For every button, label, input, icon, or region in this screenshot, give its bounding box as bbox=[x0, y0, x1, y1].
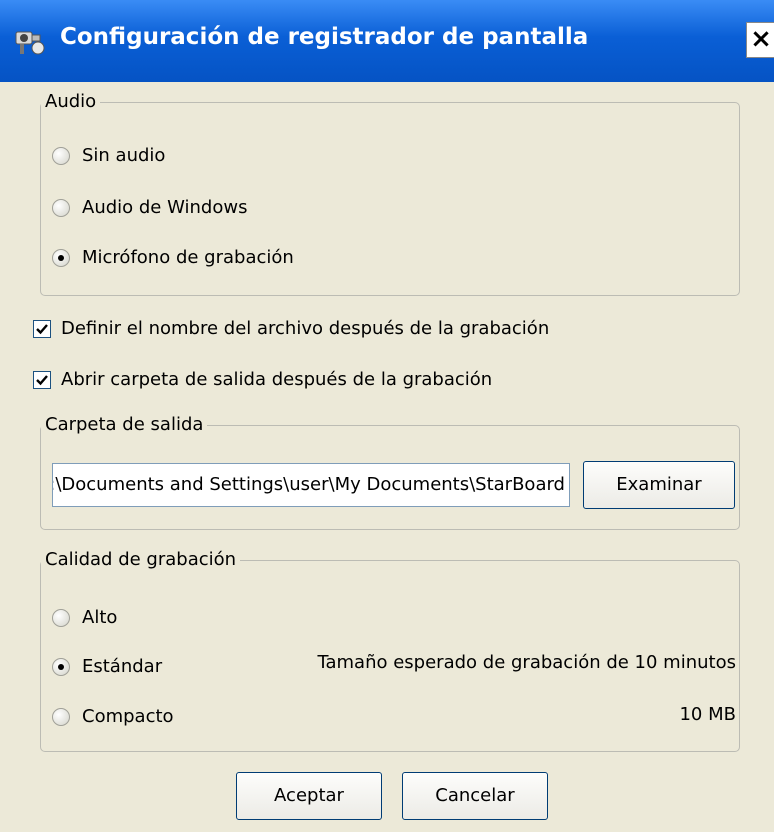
checkbox-label: Definir el nombre del archivo después de… bbox=[61, 318, 550, 339]
radio-sin-audio[interactable]: Sin audio bbox=[52, 145, 165, 166]
browse-button[interactable]: Examinar bbox=[583, 461, 735, 509]
radio-audio-windows[interactable]: Audio de Windows bbox=[52, 197, 247, 218]
quality-legend: Calidad de grabación bbox=[45, 549, 237, 570]
title-bar[interactable]: Configuración de registrador de pantalla… bbox=[0, 0, 774, 82]
radio-button[interactable] bbox=[52, 198, 70, 217]
checkbox-define-filename[interactable]: Definir el nombre del archivo después de… bbox=[33, 318, 549, 339]
audio-legend: Audio bbox=[45, 91, 97, 112]
output-path-input[interactable]: C:\Documents and Settings\user\My Docume… bbox=[52, 463, 570, 507]
radio-button[interactable] bbox=[52, 608, 70, 627]
output-folder-legend: Carpeta de salida bbox=[45, 414, 204, 435]
radio-label: Sin audio bbox=[82, 145, 166, 166]
radio-button-selected[interactable] bbox=[52, 657, 70, 676]
output-path-text: C:\Documents and Settings\user\My Docume… bbox=[52, 474, 565, 495]
ok-button[interactable]: Aceptar bbox=[236, 772, 382, 820]
radio-label: Compacto bbox=[82, 706, 174, 727]
checkbox[interactable] bbox=[33, 319, 51, 338]
checkbox-open-folder[interactable]: Abrir carpeta de salida después de la gr… bbox=[33, 369, 492, 390]
radio-button[interactable] bbox=[52, 707, 70, 726]
checkmark-icon bbox=[36, 374, 48, 385]
expected-size-label: Tamaño esperado de grabación de 10 minut… bbox=[317, 652, 736, 673]
app-icon bbox=[15, 31, 45, 55]
radio-alto[interactable]: Alto bbox=[52, 607, 117, 628]
radio-estandar[interactable]: Estándar bbox=[52, 656, 162, 677]
close-button[interactable]: × bbox=[746, 22, 774, 58]
checkbox[interactable] bbox=[33, 370, 51, 389]
checkmark-icon bbox=[36, 323, 48, 334]
radio-microfono[interactable]: Micrófono de grabación bbox=[52, 247, 294, 268]
radio-label: Micrófono de grabación bbox=[82, 247, 294, 268]
radio-label: Audio de Windows bbox=[82, 197, 248, 218]
radio-button-selected[interactable] bbox=[52, 248, 70, 267]
cancel-button[interactable]: Cancelar bbox=[402, 772, 548, 820]
expected-size-value: 10 MB bbox=[679, 704, 736, 725]
checkbox-label: Abrir carpeta de salida después de la gr… bbox=[61, 369, 493, 390]
radio-button[interactable] bbox=[52, 146, 70, 165]
radio-label: Alto bbox=[82, 607, 118, 628]
radio-compacto[interactable]: Compacto bbox=[52, 706, 174, 727]
settings-dialog: Configuración de registrador de pantalla… bbox=[0, 0, 774, 832]
window-title: Configuración de registrador de pantalla bbox=[60, 24, 589, 50]
radio-label: Estándar bbox=[82, 656, 163, 677]
